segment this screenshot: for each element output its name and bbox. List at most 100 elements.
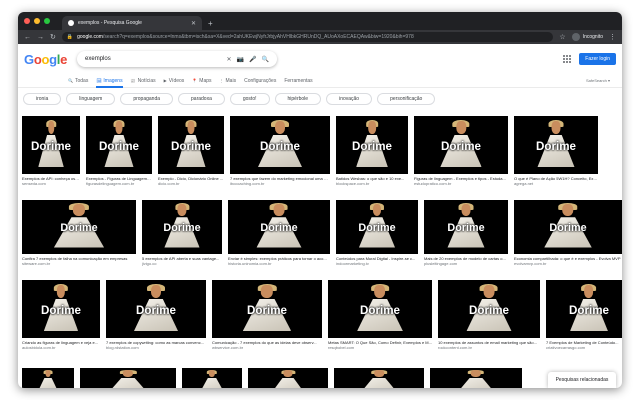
result-source: estudopratico.com.br [414, 181, 452, 186]
tab-imagens[interactable]: 🖼 Imagens [96, 74, 123, 88]
image-result[interactable]: Dorime Criando as figuras de linguagem e … [22, 280, 100, 350]
result-source: siteware.com.br [22, 261, 51, 266]
thumbnail-caption-word: Dorime [441, 139, 481, 153]
result-source: indoormarketing.tv [336, 261, 369, 266]
result-thumbnail[interactable] [22, 368, 74, 388]
chip[interactable]: gosto! [229, 93, 270, 105]
tab-label: Mais [225, 77, 237, 84]
tab-maps[interactable]: 📍 Maps [192, 74, 211, 88]
image-result[interactable]: Dorime 7 Exemplos de Marketing de Conteúd… [546, 280, 622, 350]
result-thumbnail[interactable]: Dorime [22, 200, 136, 254]
star-icon[interactable]: ☆ [559, 33, 565, 41]
chip[interactable]: personificação [377, 93, 436, 105]
lock-icon: 🔒 [66, 34, 74, 40]
menu-icon[interactable]: ⋮ [609, 33, 616, 41]
clear-icon[interactable]: ✕ [227, 56, 232, 63]
mic-icon[interactable]: 🎤 [249, 56, 256, 63]
search-box[interactable]: exemplos ✕ 📷 🎤 🔍 [77, 51, 277, 67]
result-thumbnail[interactable] [80, 368, 176, 388]
image-result[interactable]: Dorime Batidos Wesbas: o que são e 10 exe… [336, 116, 408, 186]
dorime-figure-image [36, 369, 60, 388]
google-logo[interactable]: Google [24, 52, 67, 67]
back-icon[interactable]: ← [24, 34, 31, 41]
chip[interactable]: paradoxa [178, 93, 225, 105]
image-result[interactable]: Dorime Mais de 20 exemplos de modelo de c… [424, 200, 508, 266]
result-thumbnail[interactable]: Dorime [336, 200, 418, 254]
result-thumbnail[interactable]: Dorime [230, 116, 330, 174]
close-window-button[interactable] [24, 18, 30, 24]
tab-mais[interactable]: ⋮ Mais [220, 74, 237, 88]
incognito-profile[interactable]: Incognito [571, 33, 603, 41]
safesearch-dropdown[interactable]: SafeSearch ▾ [586, 78, 610, 83]
apps-grid-icon[interactable] [562, 54, 572, 64]
result-thumbnail[interactable]: Dorime [438, 280, 540, 338]
result-thumbnail[interactable]: Dorime [142, 200, 222, 254]
result-thumbnail[interactable]: Dorime [22, 280, 100, 338]
tab-todas[interactable]: 🔍 Todas [68, 74, 88, 88]
image-result[interactable]: Dorime O que é Plano de Ação 5W1H? Concei… [514, 116, 598, 186]
result-thumbnail[interactable] [334, 368, 424, 388]
result-thumbnail[interactable]: Dorime [424, 200, 508, 254]
result-source: resqbobel.com [328, 345, 355, 350]
reload-icon[interactable]: ↻ [50, 33, 56, 41]
result-thumbnail[interactable]: Dorime [158, 116, 224, 174]
image-result[interactable]: Dorime Comunicação - 7 exemplos do que as… [212, 280, 322, 350]
login-button[interactable]: Fazer login [579, 53, 616, 65]
camera-icon[interactable]: 📷 [237, 56, 244, 63]
result-thumbnail[interactable]: Dorime [514, 116, 598, 174]
result-thumbnail[interactable]: Dorime [514, 200, 622, 254]
chip[interactable]: propaganda [120, 93, 174, 105]
result-source: rockcontent.com.br [438, 345, 473, 350]
tab-notícias[interactable]: 📰 Notícias [131, 74, 156, 88]
google-header: Google exemplos ✕ 📷 🎤 🔍 Fazer login [18, 44, 622, 74]
chip[interactable]: linguagem [66, 93, 116, 105]
result-thumbnail[interactable]: Dorime [22, 116, 80, 174]
result-thumbnail[interactable]: Dorime [414, 116, 508, 174]
image-result[interactable]: Dorime Confira 7 exemplos de falha na com… [22, 200, 136, 266]
tab-vídeos[interactable]: ▶ Vídeos [164, 74, 185, 88]
image-result[interactable]: Dorime 7 exemplos que fazem do marketing … [230, 116, 330, 186]
image-result[interactable]: Dorime Exemplos - Figuras de Linguagem | … [86, 116, 152, 186]
result-thumbnail[interactable] [248, 368, 328, 388]
close-tab-icon[interactable]: ✕ [191, 20, 196, 27]
minimize-window-button[interactable] [34, 18, 40, 24]
result-thumbnail[interactable]: Dorime [228, 200, 330, 254]
result-thumbnail[interactable]: Dorime [328, 280, 432, 338]
image-result[interactable]: Dorime Conteúdos para Mural Digital - Ins… [336, 200, 418, 266]
result-thumbnail[interactable]: Dorime [86, 116, 152, 174]
tab-ferramentas[interactable]: Ferramentas [284, 74, 312, 88]
logo-letter: g [49, 51, 57, 67]
result-source: aulosbidola.com.br [22, 345, 56, 350]
image-result[interactable]: Dorime Metas SMART: O Que São, Como Defin… [328, 280, 432, 350]
result-thumbnail[interactable] [430, 368, 522, 388]
chip[interactable]: hipérbole [274, 93, 322, 105]
result-thumbnail[interactable]: Dorime [546, 280, 622, 338]
related-searches-panel[interactable]: Pesquisas relacionadas [548, 372, 616, 388]
image-result[interactable]: Dorime 5 exemplos de API aberta e suas va… [142, 200, 222, 266]
chip[interactable]: ironia [23, 93, 62, 105]
browser-window: exemplos - Pesquisa Google ✕ + ← → ↻ 🔒 g… [18, 12, 622, 388]
browser-tab[interactable]: exemplos - Pesquisa Google ✕ [62, 16, 202, 30]
tab-icon: 📍 [192, 78, 198, 83]
image-result[interactable]: Dorime Exemplo - Dicio, Dicionário Online… [158, 116, 224, 186]
result-thumbnail[interactable]: Dorime [212, 280, 322, 338]
search-input[interactable]: exemplos [85, 56, 222, 62]
result-thumbnail[interactable]: Dorime [336, 116, 408, 174]
forward-icon[interactable]: → [37, 34, 44, 41]
image-result[interactable]: Dorime Figuras de linguagem - Exemplos e … [414, 116, 508, 186]
image-result[interactable]: Dorime Economia compartilhada: o que é e … [514, 200, 622, 266]
search-icon[interactable]: 🔍 [262, 56, 269, 63]
address-bar[interactable]: 🔒 google.com/search?q=exemplos&source=ln… [61, 32, 554, 42]
result-thumbnail[interactable]: Dorime [106, 280, 206, 338]
chip[interactable]: inovação [326, 93, 373, 105]
image-result[interactable]: Dorime 7 exemplos de copywriting: como as… [106, 280, 206, 350]
result-thumbnail[interactable] [182, 368, 242, 388]
image-result[interactable]: Dorime 10 exemplos de assuntos de email m… [438, 280, 540, 350]
new-tab-icon[interactable]: + [208, 19, 213, 28]
tab-configurações[interactable]: Configurações [244, 74, 276, 88]
logo-letter: o [41, 51, 50, 67]
image-result[interactable]: Dorime Exemplos de API: conheça os 9 ... s… [22, 116, 80, 186]
thumbnail-caption-word: Dorime [352, 139, 392, 153]
maximize-window-button[interactable] [44, 18, 50, 24]
image-result[interactable]: Dorime Enviar é simples: exemplos prático… [228, 200, 330, 266]
